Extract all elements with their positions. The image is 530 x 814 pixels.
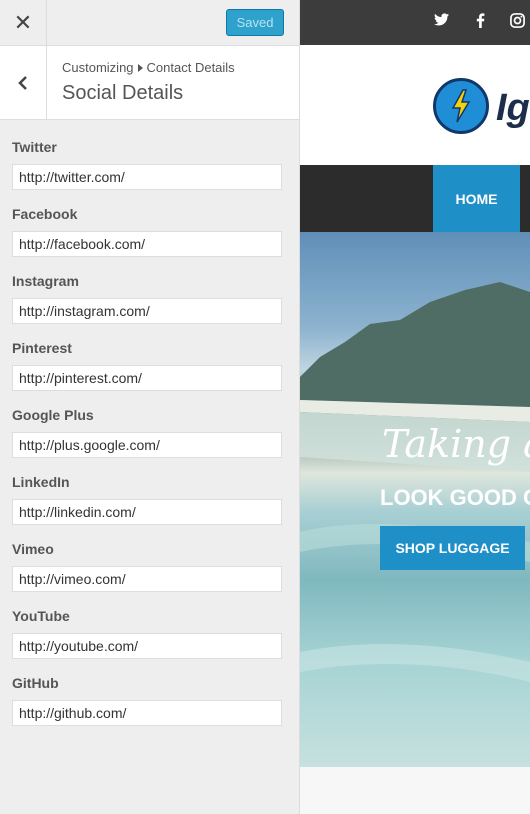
pinterest-url-input[interactable] bbox=[12, 365, 282, 391]
site-logo-text: Ig bbox=[496, 87, 530, 129]
close-icon: ✕ bbox=[13, 9, 33, 35]
github-url-input[interactable] bbox=[12, 700, 282, 726]
site-logo[interactable] bbox=[433, 78, 489, 134]
field-instagram: Instagram bbox=[12, 272, 282, 339]
instagram-url-input[interactable] bbox=[12, 298, 282, 324]
facebook-icon[interactable] bbox=[476, 13, 485, 31]
social-fields: Twitter Facebook Instagram Pinterest Goo… bbox=[12, 138, 282, 741]
field-label: Google Plus bbox=[12, 407, 94, 423]
caret-right-icon bbox=[137, 64, 143, 73]
instagram-icon[interactable] bbox=[510, 13, 525, 31]
field-label: Twitter bbox=[12, 139, 57, 155]
field-label: Facebook bbox=[12, 206, 78, 222]
breadcrumb-parent: Contact Details bbox=[146, 60, 235, 75]
field-github: GitHub bbox=[12, 674, 282, 741]
preview-below-hero bbox=[300, 767, 530, 814]
hero-subtitle: LOOK GOOD O bbox=[380, 485, 530, 510]
back-button[interactable] bbox=[0, 46, 47, 119]
field-label: Pinterest bbox=[12, 340, 72, 356]
lightning-bolt-icon bbox=[451, 89, 471, 123]
vimeo-url-input[interactable] bbox=[12, 566, 282, 592]
save-button[interactable]: Saved bbox=[226, 9, 284, 36]
preview-nav: HOME bbox=[300, 165, 530, 232]
preview-topbar bbox=[300, 0, 530, 45]
field-vimeo: Vimeo bbox=[12, 540, 282, 607]
field-label: YouTube bbox=[12, 608, 70, 624]
preview-site-header: Ig bbox=[300, 45, 530, 165]
breadcrumb: Customizing Contact Details bbox=[62, 60, 235, 75]
field-linkedin: LinkedIn bbox=[12, 473, 282, 540]
field-label: Vimeo bbox=[12, 541, 54, 557]
site-preview: Ig HOME Taking a LOOK GOOD O SHOP LUGGAG… bbox=[300, 0, 530, 814]
youtube-url-input[interactable] bbox=[12, 633, 282, 659]
customizer-panel: ✕ Saved Customizing Contact Details Socia… bbox=[0, 0, 300, 814]
field-label: LinkedIn bbox=[12, 474, 70, 490]
shop-luggage-button[interactable]: SHOP LUGGAGE bbox=[380, 526, 525, 570]
twitter-url-input[interactable] bbox=[12, 164, 282, 190]
google-plus-url-input[interactable] bbox=[12, 432, 282, 458]
field-label: Instagram bbox=[12, 273, 79, 289]
section-title: Social Details bbox=[62, 82, 184, 104]
hero-title: Taking a bbox=[382, 422, 530, 466]
field-youtube: YouTube bbox=[12, 607, 282, 674]
close-customizer-button[interactable]: ✕ bbox=[0, 0, 47, 45]
twitter-icon[interactable] bbox=[434, 13, 449, 29]
customizer-header: ✕ Saved bbox=[0, 0, 299, 46]
hero-banner: Taking a LOOK GOOD O SHOP LUGGAGE bbox=[300, 232, 530, 767]
field-google-plus: Google Plus bbox=[12, 406, 282, 473]
chevron-left-icon bbox=[18, 75, 27, 90]
section-header: Customizing Contact Details Social Detail… bbox=[0, 46, 299, 120]
breadcrumb-root: Customizing bbox=[62, 60, 134, 75]
field-facebook: Facebook bbox=[12, 205, 282, 272]
field-label: GitHub bbox=[12, 675, 59, 691]
nav-item-home[interactable]: HOME bbox=[433, 165, 520, 232]
facebook-url-input[interactable] bbox=[12, 231, 282, 257]
linkedin-url-input[interactable] bbox=[12, 499, 282, 525]
field-twitter: Twitter bbox=[12, 138, 282, 205]
field-pinterest: Pinterest bbox=[12, 339, 282, 406]
